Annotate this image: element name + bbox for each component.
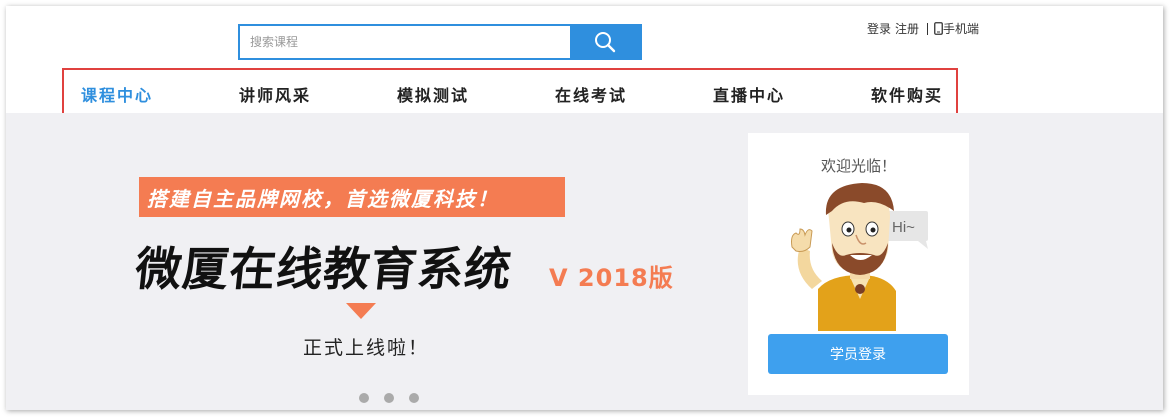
phone-icon [934, 22, 943, 35]
banner-version: V 2018版 [549, 264, 674, 292]
search-icon [595, 32, 616, 53]
nav-item-online-exam[interactable]: 在线考试 [555, 82, 627, 106]
search-button[interactable] [570, 26, 640, 58]
speech-bubble-text: Hi~ [892, 219, 915, 236]
page-frame: 登录 注册 手机端 课程中心 讲师风采 模拟测试 在线考试 直播中心 软件购买 … [6, 6, 1163, 410]
banner-tagline: 搭建自主品牌网校，首选微厦科技！ [139, 177, 565, 217]
top-links: 登录 注册 手机端 [867, 20, 987, 37]
carousel-dot[interactable] [409, 393, 419, 403]
nav-item-live[interactable]: 直播中心 [713, 82, 785, 106]
mobile-link[interactable]: 手机端 [934, 20, 983, 37]
student-login-button[interactable]: 学员登录 [768, 334, 948, 374]
divider [927, 22, 929, 35]
carousel-dots [359, 393, 419, 403]
waving-man-illustration: Hi~ [791, 183, 928, 331]
mobile-link-label: 手机端 [943, 22, 980, 36]
banner-headline: 微厦在线教育系统 [132, 242, 515, 296]
nav-item-teachers[interactable]: 讲师风采 [239, 82, 311, 106]
login-link[interactable]: 登录 [867, 20, 891, 37]
welcome-text: 欢迎光临！ [820, 157, 896, 175]
nav-item-mock-test[interactable]: 模拟测试 [397, 82, 469, 106]
nav-item-buy-software[interactable]: 软件购买 [871, 82, 943, 106]
welcome-card: 欢迎光临！ Hi~ 学员登录 [748, 133, 969, 395]
down-arrow-icon [346, 303, 376, 319]
search-input[interactable] [240, 26, 570, 58]
banner-subline: 正式上线啦！ [303, 337, 430, 359]
hero-banner[interactable]: 搭建自主品牌网校，首选微厦科技！ 微厦在线教育系统 V 2018版 正式上线啦！… [6, 113, 1163, 410]
carousel-dot[interactable] [359, 393, 369, 403]
register-link[interactable]: 注册 [895, 20, 919, 37]
search-bar [238, 24, 642, 60]
nav-item-courses[interactable]: 课程中心 [81, 82, 153, 106]
carousel-dot[interactable] [384, 393, 394, 403]
main-nav: 课程中心 讲师风采 模拟测试 在线考试 直播中心 软件购买 [62, 68, 958, 116]
